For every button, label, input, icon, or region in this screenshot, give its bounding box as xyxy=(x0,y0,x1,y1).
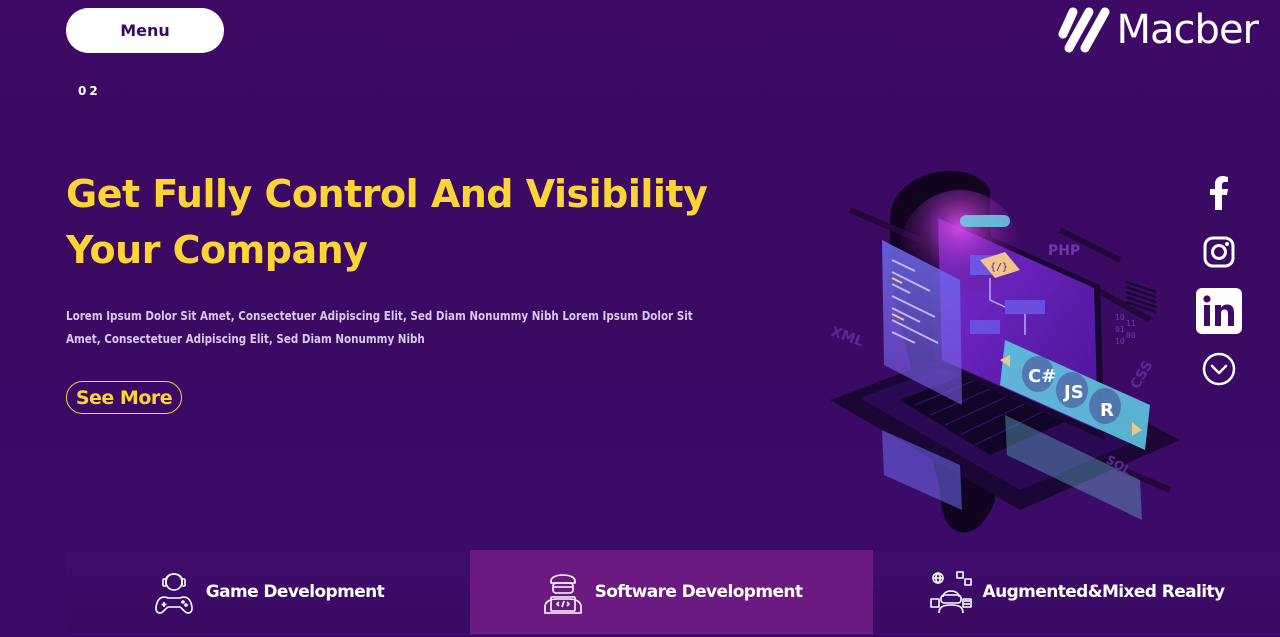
macber-logo-icon xyxy=(1058,7,1110,53)
service-software-development[interactable]: Software Development xyxy=(470,550,873,634)
svg-text:10: 10 xyxy=(1115,313,1125,322)
hero-description: Lorem Ipsum Dolor Sit Amet, Consectetuer… xyxy=(66,308,693,346)
instagram-link[interactable] xyxy=(1196,236,1242,272)
svg-text:00: 00 xyxy=(1126,331,1136,340)
hero-title-line-2: Your Company xyxy=(66,228,368,272)
lang-csharp: C# xyxy=(1028,366,1056,387)
svg-text:{/}: {/} xyxy=(990,262,1008,273)
lang-xml: XML xyxy=(829,324,866,351)
hero-title-line-1: Get Fully Control And Visibility xyxy=(66,172,708,216)
menu-button[interactable]: Menu xyxy=(66,8,224,53)
see-more-button[interactable]: See More xyxy=(66,381,182,414)
service-label: Game Development xyxy=(205,582,385,602)
gamer-icon xyxy=(155,573,193,614)
linkedin-link[interactable] xyxy=(1196,288,1242,334)
lang-css: CSS xyxy=(1128,358,1157,392)
facebook-icon xyxy=(1210,176,1228,210)
hero-title: Get Fully Control And Visibility Your Co… xyxy=(66,166,766,278)
instagram-icon xyxy=(1203,236,1235,268)
brand-logo[interactable]: Macber xyxy=(1055,4,1259,56)
service-game-development[interactable]: Game Development xyxy=(66,550,470,634)
ar-vr-icon xyxy=(929,571,972,614)
svg-text:11: 11 xyxy=(1126,319,1136,328)
service-augmented-mixed-reality[interactable]: Augmented&Mixed Reality xyxy=(873,550,1280,634)
logo-text: Macber xyxy=(1116,7,1259,53)
linkedin-icon xyxy=(1196,288,1242,334)
slide-number: 02 xyxy=(78,84,101,98)
services-bar: Game Development Software Development Au… xyxy=(66,550,1280,634)
facebook-link[interactable] xyxy=(1196,176,1242,220)
svg-text:01: 01 xyxy=(1115,325,1125,334)
lang-php: PHP xyxy=(1048,243,1080,259)
lang-r: R xyxy=(1100,400,1114,421)
service-label: Augmented&Mixed Reality xyxy=(982,582,1226,602)
scroll-down-link[interactable] xyxy=(1196,352,1242,388)
service-label: Software Development xyxy=(594,582,803,602)
scroll-down-icon xyxy=(1202,352,1236,386)
laptop-code-illustration: {/} C# JS R PHP XML CSS SQL 100110 1100 xyxy=(829,170,1180,533)
social-links xyxy=(1194,176,1244,388)
developer-icon xyxy=(543,574,582,614)
svg-text:10: 10 xyxy=(1115,337,1125,346)
lang-js: JS xyxy=(1062,382,1084,403)
